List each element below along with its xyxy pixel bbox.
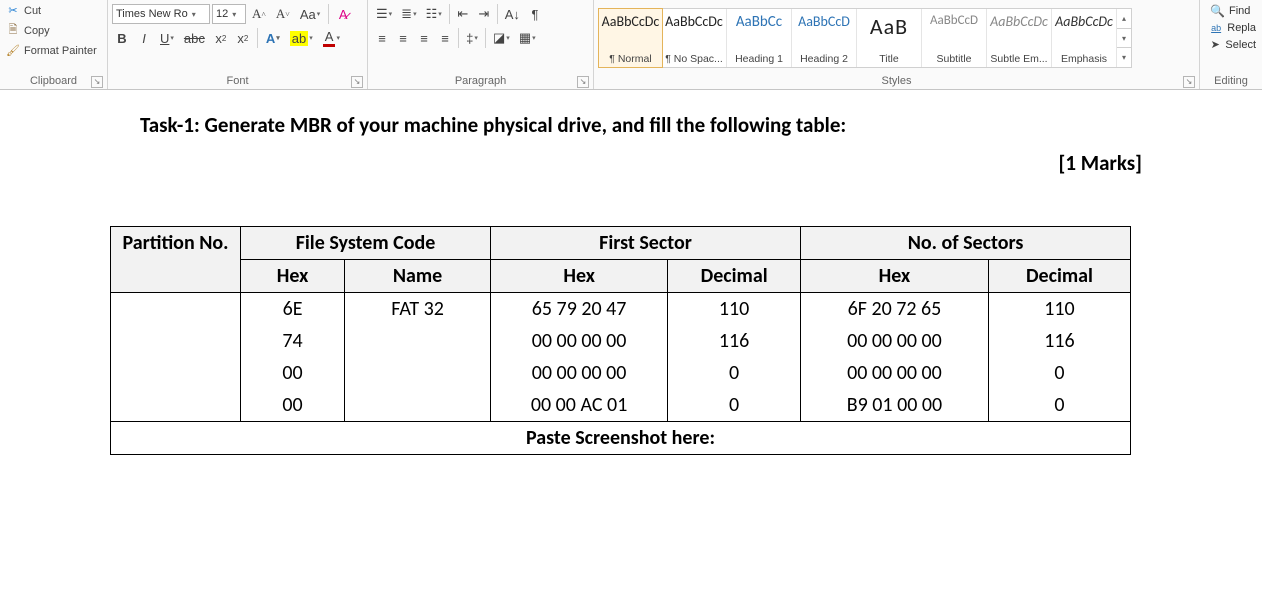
paintbrush-icon [6,44,20,57]
grow-font-button[interactable]: A˄ [248,4,270,24]
subscript-button[interactable]: x2 [211,28,231,48]
font-name-combo[interactable]: Times New Ro▾ [112,4,210,24]
superscript-button[interactable]: x2 [233,28,253,48]
select-button[interactable]: Select [1210,38,1256,51]
hdr-num-dec: Decimal [988,260,1130,293]
align-right-button[interactable]: ≡ [414,28,434,48]
hdr-fscode: File System Code [241,227,491,260]
find-button[interactable]: Find [1210,4,1256,18]
hdr-first-hex: Hex [491,260,668,293]
styles-gallery: AaBbCcDc ¶ Normal AaBbCcDc ¶ No Spac... … [598,8,1132,68]
cut-button[interactable]: Cut [6,4,99,17]
hdr-num-hex: Hex [801,260,989,293]
multilevel-list-button[interactable]: ☷▾ [422,4,446,24]
marks-label: [1 Marks] [110,150,1142,176]
table-row: 00 00 00 00 00 0 00 00 00 00 0 [111,357,1131,389]
style-subtle-emphasis[interactable]: AaBbCcDc Subtle Em... [987,9,1052,67]
group-label-clipboard: Clipboard ↘ [4,74,103,89]
group-label-font: Font ↘ [112,74,363,89]
table-row: 74 00 00 00 00 116 00 00 00 00 116 [111,325,1131,357]
styles-gallery-nav: ▴ ▾ ▾ [1117,9,1131,67]
mbr-table: Partition No. File System Code First Sec… [110,226,1131,455]
highlight-button[interactable]: ab▾ [286,28,317,48]
paragraph-dialog-launcher[interactable]: ↘ [577,76,589,88]
bold-button[interactable]: B [112,28,132,48]
group-label-styles: Styles ↘ [598,74,1195,89]
copy-label: Copy [24,25,50,37]
style-no-spacing[interactable]: AaBbCcDc ¶ No Spac... [662,9,727,67]
gallery-more-button[interactable]: ▾ [1117,47,1131,67]
font-dialog-launcher[interactable]: ↘ [351,76,363,88]
style-heading1[interactable]: AaBbCc Heading 1 [727,9,792,67]
line-spacing-button[interactable]: ‡▾ [462,28,482,48]
numbering-button[interactable]: ≣▾ [397,4,420,24]
copy-button[interactable]: Copy [6,21,99,40]
group-editing: Find Repla Select Editing [1200,0,1262,89]
group-paragraph: ☰▾ ≣▾ ☷▾ ⇤ ⇥ A↓ ¶ ≡ ≡ ≡ ≡ ‡▾ ◪▾ ▦▾ [368,0,594,89]
style-subtitle[interactable]: AaBbCcD Subtitle [922,9,987,67]
table-row: 00 00 00 AC 01 0 B9 01 00 00 0 [111,389,1131,422]
sort-button[interactable]: A↓ [501,4,524,24]
align-center-button[interactable]: ≡ [393,28,413,48]
style-title[interactable]: AaB Title [857,9,922,67]
font-color-button[interactable]: A▾ [319,28,344,48]
group-styles: AaBbCcDc ¶ Normal AaBbCcDc ¶ No Spac... … [594,0,1200,89]
scissors-icon [6,4,20,17]
group-label-editing: Editing [1204,74,1258,89]
hdr-partition: Partition No. [111,227,241,293]
justify-button[interactable]: ≡ [435,28,455,48]
increase-indent-button[interactable]: ⇥ [474,4,494,24]
italic-button[interactable]: I [134,28,154,48]
shrink-font-button[interactable]: A˅ [272,4,294,24]
find-icon [1210,4,1224,18]
format-painter-button[interactable]: Format Painter [6,44,99,57]
select-icon [1210,38,1220,51]
table-row: 6E FAT 32 65 79 20 47 110 6F 20 72 65 11… [111,293,1131,326]
copy-icon [6,21,20,40]
strikethrough-button[interactable]: abc [180,28,209,48]
font-size-combo[interactable]: 12▾ [212,4,246,24]
replace-button[interactable]: Repla [1210,22,1256,34]
replace-icon [1210,22,1222,34]
hdr-firstsector: First Sector [491,227,801,260]
document-area[interactable]: Task-1: Generate MBR of your machine phy… [0,90,1262,455]
style-normal[interactable]: AaBbCcDc ¶ Normal [598,8,663,68]
style-heading2[interactable]: AaBbCcD Heading 2 [792,9,857,67]
ribbon: Cut Copy Format Painter Clipboard ↘ Time… [0,0,1262,90]
align-left-button[interactable]: ≡ [372,28,392,48]
format-painter-label: Format Painter [24,45,97,57]
decrease-indent-button[interactable]: ⇤ [453,4,473,24]
show-marks-button[interactable]: ¶ [525,4,545,24]
paste-screenshot-cell: Paste Screenshot here: [111,422,1131,455]
shading-button[interactable]: ◪▾ [489,28,514,48]
hdr-first-dec: Decimal [668,260,801,293]
hdr-fs-name: Name [345,260,491,293]
change-case-button[interactable]: Aa▾ [296,4,324,24]
hdr-numsectors: No. of Sectors [801,227,1131,260]
gallery-down-button[interactable]: ▾ [1117,28,1131,48]
style-emphasis[interactable]: AaBbCcDc Emphasis [1052,9,1117,67]
borders-button[interactable]: ▦▾ [515,28,540,48]
cut-label: Cut [24,5,41,17]
clipboard-dialog-launcher[interactable]: ↘ [91,76,103,88]
task-title: Task-1: Generate MBR of your machine phy… [140,112,1212,138]
bullets-button[interactable]: ☰▾ [372,4,396,24]
group-label-paragraph: Paragraph ↘ [372,74,589,89]
text-effects-button[interactable]: A▾ [262,28,284,48]
clear-formatting-button[interactable]: A̷ [333,4,353,24]
cell-partition [111,293,241,422]
group-font: Times New Ro▾ 12▾ A˄ A˅ Aa▾ A̷ B I U▾ ab… [108,0,368,89]
gallery-up-button[interactable]: ▴ [1117,9,1131,28]
group-clipboard: Cut Copy Format Painter Clipboard ↘ [0,0,108,89]
hdr-fs-hex: Hex [241,260,345,293]
styles-dialog-launcher[interactable]: ↘ [1183,76,1195,88]
underline-button[interactable]: U▾ [156,28,178,48]
